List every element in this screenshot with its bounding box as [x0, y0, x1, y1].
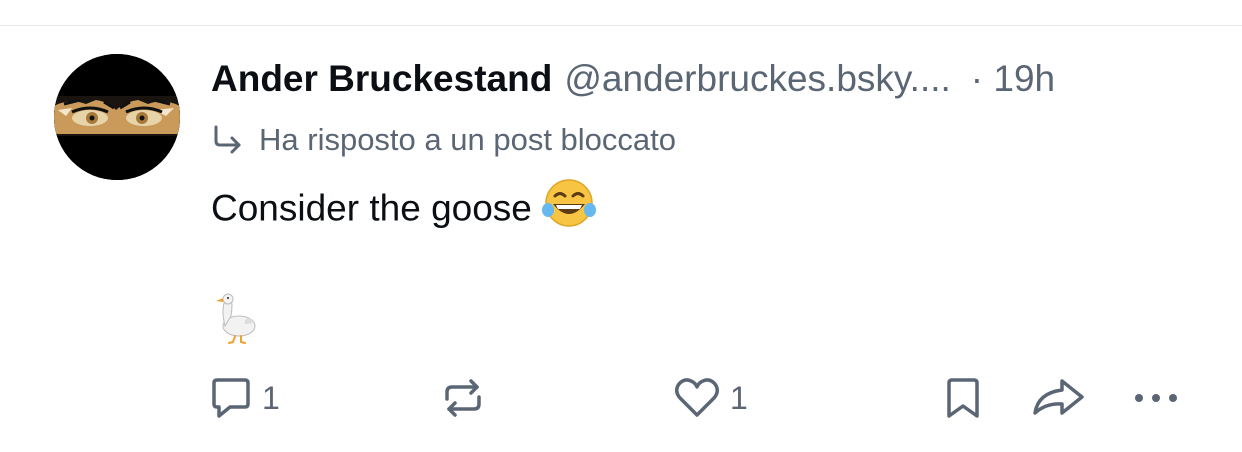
post-text: Consider the goose [211, 187, 532, 229]
ellipsis-icon [1132, 375, 1180, 421]
reply-arrow-icon [211, 123, 245, 157]
author-handle[interactable]: @anderbruckes.bsky.... [564, 56, 950, 102]
like-count: 1 [730, 379, 748, 416]
like-button[interactable]: 1 [672, 370, 748, 426]
more-options-button[interactable] [1132, 370, 1180, 426]
reply-button[interactable]: 1 [208, 370, 280, 426]
repost-arrows-icon [440, 375, 486, 421]
author-name[interactable]: Ander Bruckestand [211, 56, 552, 102]
bookmark-button[interactable] [940, 370, 986, 426]
reply-context-label: Ha risposto a un post bloccato [259, 122, 677, 157]
reply-context[interactable]: Ha risposto a un post bloccato [211, 120, 676, 160]
post-line-1: Consider the goose [211, 178, 1191, 232]
post-time[interactable]: · 19h [971, 56, 1055, 102]
post-actions: 1 1 [0, 370, 1242, 426]
share-arrow-icon [1030, 375, 1086, 421]
avatar[interactable] [54, 54, 180, 180]
laughing-crying-face-icon [542, 178, 597, 243]
speech-bubble-icon [208, 375, 254, 421]
heart-icon [672, 375, 722, 421]
goose-icon [211, 290, 259, 361]
post-line-3 [211, 286, 1191, 344]
post-header: Ander Bruckestand @anderbruckes.bsky....… [211, 56, 1201, 102]
share-button[interactable] [1030, 370, 1086, 426]
top-divider [0, 25, 1242, 26]
avatar-image [54, 54, 180, 180]
post-line-blank [211, 232, 1191, 286]
repost-button[interactable] [440, 370, 486, 426]
bookmark-icon [940, 375, 986, 421]
reply-count: 1 [262, 379, 280, 416]
post-body: Consider the goose [211, 178, 1191, 344]
